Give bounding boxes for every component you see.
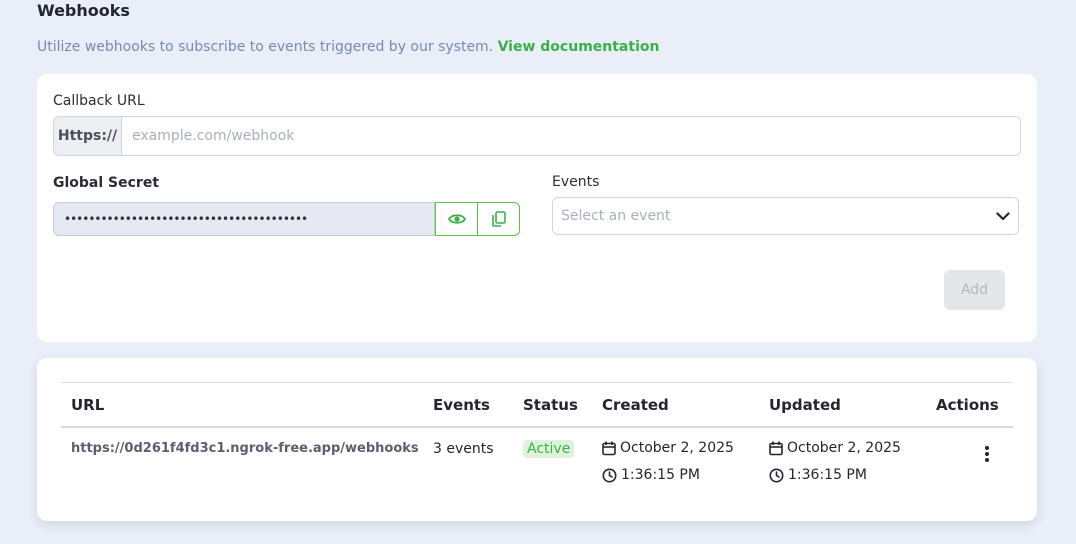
updated-date-text: October 2, 2025: [787, 440, 901, 456]
status-badge: Active: [523, 440, 575, 458]
created-date: October 2, 2025: [602, 440, 734, 456]
clock-icon: [769, 468, 784, 482]
eye-icon: [447, 214, 466, 224]
created-time: 1:36:15 PM: [602, 467, 700, 483]
copy-icon: [491, 211, 506, 227]
global-secret-label: Global Secret: [53, 175, 160, 191]
col-header-status: Status: [523, 396, 578, 414]
events-select-placeholder: Select an event: [561, 208, 671, 224]
table-header-divider: [61, 426, 1013, 428]
callback-url-label: Callback URL: [53, 93, 145, 109]
callback-url-input[interactable]: [122, 117, 1020, 155]
updated-date: October 2, 2025: [769, 440, 901, 456]
events-select[interactable]: Select an event: [552, 197, 1019, 235]
url-prefix: Https://: [54, 117, 122, 155]
col-header-events: Events: [433, 396, 490, 414]
created-time-text: 1:36:15 PM: [621, 467, 700, 483]
updated-time-text: 1:36:15 PM: [788, 467, 867, 483]
global-secret-group: ••••••••••••••••••••••••••••••••••••••••: [53, 202, 520, 236]
col-header-actions: Actions: [936, 396, 999, 414]
webhook-events-count: 3 events: [433, 441, 494, 457]
subtitle-text: Utilize webhooks to subscribe to events …: [37, 39, 498, 55]
col-header-url: URL: [71, 396, 105, 414]
callback-url-group: Https://: [53, 116, 1021, 156]
toggle-secret-visibility-button[interactable]: [435, 202, 477, 236]
calendar-icon: [602, 441, 616, 455]
row-actions-button[interactable]: [983, 445, 991, 463]
add-webhook-button[interactable]: Add: [944, 270, 1005, 310]
page-subtitle: Utilize webhooks to subscribe to events …: [37, 39, 659, 55]
webhooks-table-card: URL Events Status Created Updated Action…: [37, 358, 1037, 521]
chevron-down-icon: [996, 211, 1010, 220]
updated-time: 1:36:15 PM: [769, 467, 867, 483]
copy-secret-button[interactable]: [477, 202, 520, 236]
global-secret-field[interactable]: ••••••••••••••••••••••••••••••••••••••••: [53, 202, 435, 236]
calendar-icon: [769, 441, 783, 455]
col-header-updated: Updated: [769, 396, 841, 414]
events-label: Events: [552, 174, 600, 190]
col-header-created: Created: [602, 396, 669, 414]
page-title: Webhooks: [37, 1, 130, 20]
table-top-border: [61, 382, 1013, 383]
webhook-form-card: Callback URL Https:// Global Secret ••••…: [37, 74, 1037, 342]
view-documentation-link[interactable]: View documentation: [498, 39, 660, 55]
webhook-url: https://0d261f4fd3c1.ngrok-free.app/webh…: [71, 441, 419, 456]
created-date-text: October 2, 2025: [620, 440, 734, 456]
clock-icon: [602, 468, 617, 482]
more-vertical-icon: [985, 446, 989, 462]
